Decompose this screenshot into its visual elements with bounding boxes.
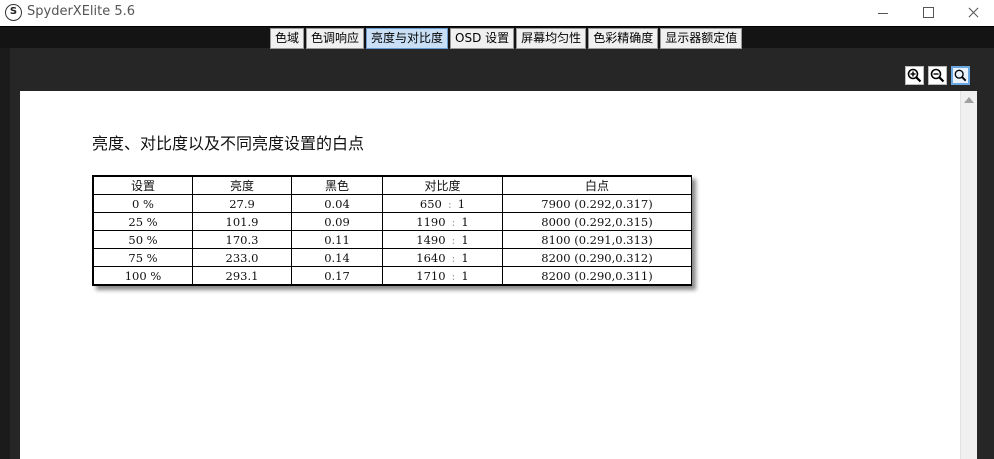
contrast-cell: 650:1 xyxy=(382,194,503,213)
table-row: 75 % 233.0 0.14 1640:1 8200 (0.290,0.312… xyxy=(93,248,692,267)
setting-cell: 50 % xyxy=(93,230,193,249)
scroll-up-arrow-icon[interactable] xyxy=(964,97,974,103)
setting-cell: 75 % xyxy=(93,248,193,267)
left-panel-edge xyxy=(0,48,10,459)
tab-tone-response[interactable]: 色调响应 xyxy=(306,28,365,49)
contrast-base: 1 xyxy=(457,196,466,211)
vertical-scrollbar[interactable] xyxy=(960,91,977,459)
contrast-cell: 1640:1 xyxy=(382,248,503,267)
column-header: 对比度 xyxy=(382,176,503,195)
whitepoint-cell: 8200 (0.290,0.312) xyxy=(502,248,692,267)
zoom-in-icon[interactable] xyxy=(905,66,924,85)
contrast-base: 1 xyxy=(461,268,469,283)
report-tabs: 色域 色调响应 亮度与对比度 OSD 设置 屏幕均匀性 色彩精确度 显示器额定值 xyxy=(270,28,743,49)
setting-cell: 0 % xyxy=(93,194,193,213)
luminance-table: 设置 亮度 黑色 对比度 白点 0 % 27.9 0.04 650:1 7900… xyxy=(92,175,692,286)
tab-display-rating[interactable]: 显示器额定值 xyxy=(660,28,743,49)
window-title: SpyderXElite 5.6 xyxy=(27,4,136,19)
black-cell: 0.17 xyxy=(291,266,383,285)
contrast-separator: : xyxy=(447,196,452,211)
report-title: 亮度、对比度以及不同亮度设置的白点 xyxy=(92,134,365,153)
contrast-separator: : xyxy=(451,268,456,283)
black-cell: 0.14 xyxy=(291,248,383,267)
whitepoint-cell: 7900 (0.292,0.317) xyxy=(502,194,692,213)
zoom-fit-icon[interactable] xyxy=(951,66,970,85)
table-row: 0 % 27.9 0.04 650:1 7900 (0.292,0.317) xyxy=(93,194,692,213)
tab-gamut[interactable]: 色域 xyxy=(270,28,305,49)
whitepoint-cell: 8100 (0.291,0.313) xyxy=(502,230,692,249)
contrast-value: 1710 xyxy=(416,268,446,283)
tab-screen-uniformity[interactable]: 屏幕均匀性 xyxy=(516,28,587,49)
tab-brightness-contrast[interactable]: 亮度与对比度 xyxy=(366,28,449,49)
whitepoint-cell: 8200 (0.290,0.311) xyxy=(502,266,692,285)
zoom-out-icon[interactable] xyxy=(928,66,947,85)
report-document: 亮度、对比度以及不同亮度设置的白点 设置 亮度 黑色 对比度 白点 0 % 27… xyxy=(20,91,977,459)
luminance-cell: 293.1 xyxy=(192,266,292,285)
contrast-value: 650 xyxy=(419,196,442,211)
minimize-button[interactable] xyxy=(860,0,906,26)
contrast-value: 1640 xyxy=(416,250,446,265)
contrast-separator: : xyxy=(451,214,456,229)
zoom-toolbar xyxy=(905,66,970,85)
black-cell: 0.09 xyxy=(291,212,383,231)
contrast-separator: : xyxy=(451,232,456,247)
contrast-cell: 1710:1 xyxy=(382,266,503,285)
luminance-cell: 233.0 xyxy=(192,248,292,267)
app-body: 色域 色调响应 亮度与对比度 OSD 设置 屏幕均匀性 色彩精确度 显示器额定值… xyxy=(0,26,994,459)
contrast-separator: : xyxy=(451,250,456,265)
table-row: 25 % 101.9 0.09 1190:1 8000 (0.292,0.315… xyxy=(93,212,692,231)
tab-strip: 色域 色调响应 亮度与对比度 OSD 设置 屏幕均匀性 色彩精确度 显示器额定值 xyxy=(0,26,994,49)
contrast-cell: 1190:1 xyxy=(382,212,503,231)
table-row: 50 % 170.3 0.11 1490:1 8100 (0.291,0.313… xyxy=(93,230,692,249)
contrast-cell: 1490:1 xyxy=(382,230,503,249)
column-header: 亮度 xyxy=(192,176,292,195)
contrast-value: 1190 xyxy=(416,214,446,229)
whitepoint-cell: 8000 (0.292,0.315) xyxy=(502,212,692,231)
black-cell: 0.04 xyxy=(291,194,383,213)
tab-osd-settings[interactable]: OSD 设置 xyxy=(450,28,515,49)
contrast-base: 1 xyxy=(461,214,469,229)
table-header-row: 设置 亮度 黑色 对比度 白点 xyxy=(93,176,692,195)
title-bar: S SpyderXElite 5.6 xyxy=(0,0,994,26)
maximize-button[interactable] xyxy=(905,0,951,26)
luminance-cell: 27.9 xyxy=(192,194,292,213)
luminance-cell: 101.9 xyxy=(192,212,292,231)
column-header: 白点 xyxy=(502,176,692,195)
luminance-cell: 170.3 xyxy=(192,230,292,249)
contrast-base: 1 xyxy=(461,250,469,265)
black-cell: 0.11 xyxy=(291,230,383,249)
app-logo-icon: S xyxy=(5,4,22,21)
contrast-base: 1 xyxy=(461,232,469,247)
column-header: 设置 xyxy=(93,176,193,195)
column-header: 黑色 xyxy=(291,176,383,195)
table-row: 100 % 293.1 0.17 1710:1 8200 (0.290,0.31… xyxy=(93,266,692,285)
setting-cell: 100 % xyxy=(93,266,193,285)
contrast-value: 1490 xyxy=(416,232,446,247)
setting-cell: 25 % xyxy=(93,212,193,231)
tab-color-accuracy[interactable]: 色彩精确度 xyxy=(588,28,659,49)
close-button[interactable] xyxy=(950,0,994,26)
